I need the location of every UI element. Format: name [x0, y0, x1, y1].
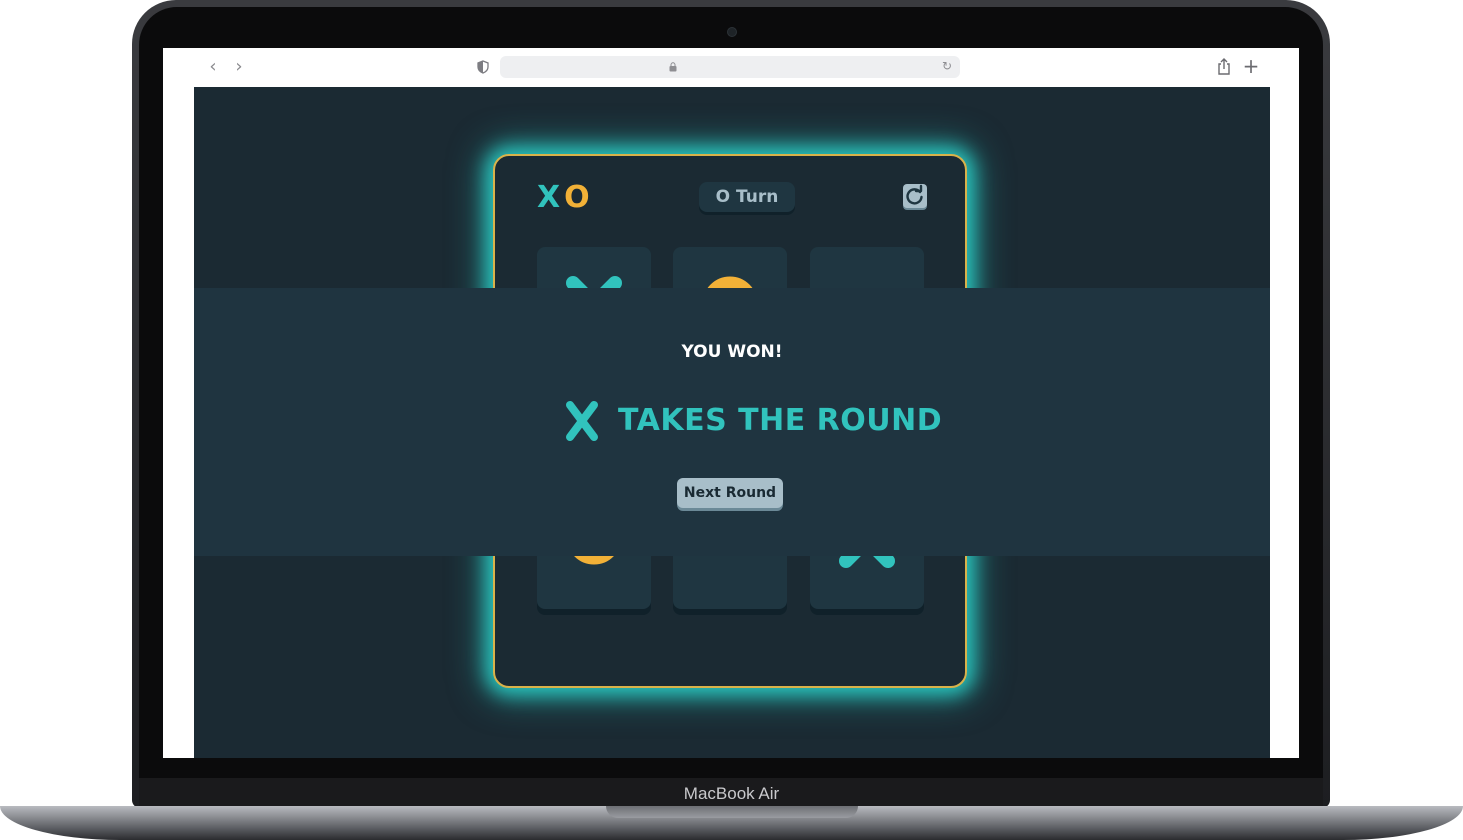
logo-x: X	[537, 180, 561, 215]
new-tab-icon[interactable]: +	[1241, 56, 1261, 76]
laptop-mockup: ‹ › ↻ + XO O Turn YOU WON! TAKES THE ROU…	[0, 0, 1463, 840]
game-logo: XO	[537, 182, 590, 214]
address-bar[interactable]: ↻	[500, 56, 960, 78]
next-round-button[interactable]: Next Round	[677, 478, 783, 508]
result-title: YOU WON!	[681, 342, 783, 362]
logo-o: O	[564, 180, 590, 215]
turn-indicator: O Turn	[699, 182, 795, 212]
device-label: MacBook Air	[683, 784, 780, 803]
chevron-left-icon[interactable]: ‹	[203, 57, 223, 77]
chevron-right-icon[interactable]: ›	[229, 57, 249, 77]
camera-icon	[727, 27, 737, 37]
reload-icon[interactable]: ↻	[940, 59, 954, 73]
share-icon[interactable]	[1216, 58, 1232, 76]
game-page: XO O Turn YOU WON! TAKES THE ROUND Next …	[194, 87, 1270, 758]
browser-window: ‹ › ↻ + XO O Turn YOU WON! TAKES THE ROU…	[163, 48, 1299, 758]
restart-icon[interactable]	[903, 184, 927, 208]
x-mark-icon	[566, 401, 598, 441]
result-message: TAKES THE ROUND	[564, 398, 942, 444]
shield-icon[interactable]	[476, 60, 490, 74]
laptop-notch	[606, 806, 858, 818]
browser-toolbar: ‹ › ↻ +	[163, 48, 1299, 87]
lock-icon	[669, 62, 677, 72]
result-modal: YOU WON! TAKES THE ROUND Next Round	[194, 288, 1270, 556]
result-message-text: TAKES THE ROUND	[618, 403, 943, 438]
